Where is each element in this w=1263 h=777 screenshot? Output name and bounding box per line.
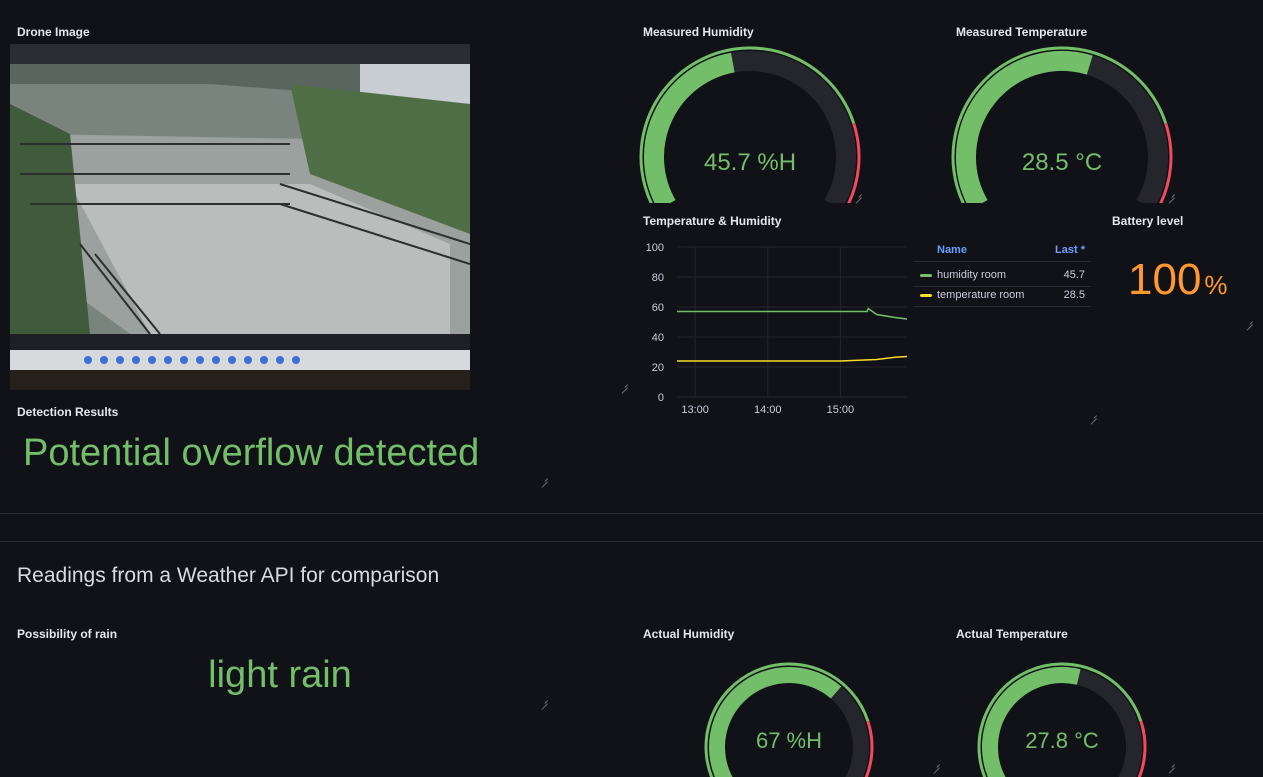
x-tick-label: 14:00	[754, 404, 782, 416]
legend-item-label: humidity room	[937, 269, 1007, 281]
resize-handle[interactable]	[620, 380, 628, 388]
legend-last-header[interactable]: Last *	[1055, 244, 1085, 256]
legend-item-humidity[interactable]: humidity room 45.7	[913, 265, 1091, 285]
y-tick-label: 60	[652, 302, 664, 314]
measured-humidity-panel: Measured Humidity 45.7 %H	[632, 18, 868, 203]
drone-image	[10, 44, 470, 390]
series-color-swatch	[920, 274, 932, 277]
row-divider	[0, 541, 1263, 542]
legend-item-temperature[interactable]: temperature room 28.5	[913, 285, 1091, 305]
y-tick-label: 80	[652, 272, 664, 284]
legend-item-last: 45.7	[1063, 269, 1085, 281]
battery-level-panel: Battery level 100%	[1102, 208, 1258, 328]
resize-handle[interactable]	[1167, 760, 1175, 768]
row-title[interactable]: Readings from a Weather API for comparis…	[17, 564, 439, 588]
gauge-value: 45.7 %H	[703, 149, 797, 176]
y-tick-label: 20	[652, 362, 664, 374]
resize-handle[interactable]	[932, 760, 940, 768]
y-tick-label: 0	[658, 392, 664, 404]
panel-title: Detection Results	[17, 405, 119, 419]
gauge-fill	[644, 52, 735, 203]
legend-item-label: temperature room	[937, 289, 1025, 301]
gauge-value: 27.8 °C	[1025, 728, 1099, 753]
gauge-value: 67 %H	[755, 728, 823, 753]
resize-handle[interactable]	[540, 474, 548, 482]
y-tick-label: 40	[652, 332, 664, 344]
panel-title: Battery level	[1112, 214, 1184, 228]
temperature-humidity-panel: Temperature & Humidity 0 20 40 60 80 100 13:00…	[632, 208, 1102, 423]
drone-image-panel: Drone Image	[0, 18, 630, 390]
series-color-swatch	[920, 294, 932, 297]
rain-text: light rain	[208, 654, 352, 696]
series-line-temperature-room	[677, 355, 908, 362]
series-line-humidity-room	[677, 307, 908, 320]
battery-unit: %	[1204, 270, 1228, 300]
threshold-band-green	[639, 46, 856, 203]
possibility-of-rain-panel: Possibility of rain light rain	[0, 620, 555, 710]
resize-handle[interactable]	[1167, 190, 1175, 198]
detection-result-text: Potential overflow detected	[23, 432, 480, 474]
legend-name-header[interactable]: Name	[937, 244, 967, 256]
threshold-band-green	[951, 46, 1168, 203]
gauge-fill	[709, 667, 842, 777]
detection-results-panel: Detection Results Potential overflow det…	[0, 398, 555, 486]
x-tick-label: 13:00	[681, 404, 709, 416]
gauge-value: 28.5 °C	[1021, 149, 1103, 176]
panel-title: Possibility of rain	[17, 627, 118, 641]
resize-handle[interactable]	[854, 190, 862, 198]
measured-temperature-panel: Measured Temperature 28.5 °C	[945, 18, 1181, 203]
y-tick-label: 100	[646, 242, 664, 254]
row-divider	[0, 513, 1263, 514]
battery-value: 100%	[1128, 255, 1228, 305]
x-tick-label: 15:00	[827, 404, 855, 416]
actual-humidity-panel: Actual Humidity 67 %H	[632, 620, 944, 777]
panel-title: Drone Image	[17, 25, 90, 39]
battery-number: 100	[1128, 255, 1202, 304]
resize-handle[interactable]	[1245, 317, 1253, 325]
actual-temperature-panel: Actual Temperature 27.8 °C	[945, 620, 1181, 777]
resize-handle[interactable]	[540, 696, 548, 704]
resize-handle[interactable]	[1089, 411, 1097, 419]
legend-item-last: 28.5	[1063, 289, 1085, 301]
chart-legend: Name Last * humidity room 45.7 temperatu…	[913, 238, 1091, 307]
